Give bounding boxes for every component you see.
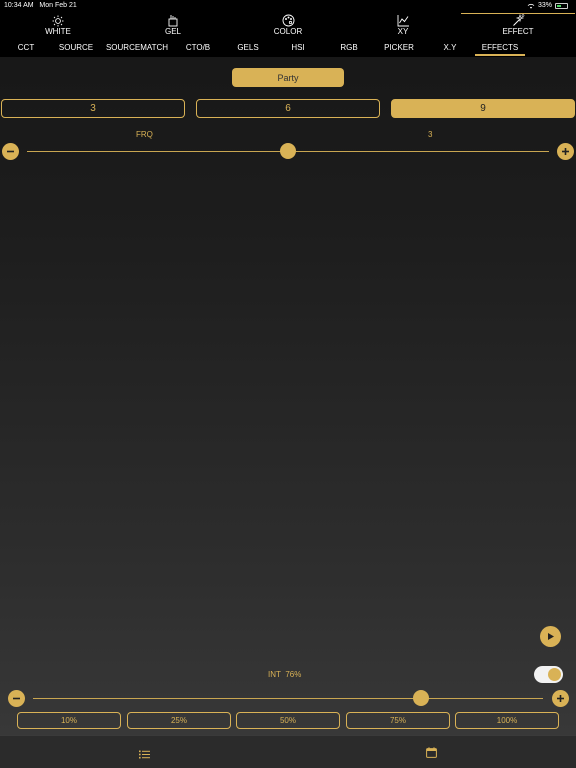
wifi-icon: [527, 3, 535, 9]
tab-white-label: WHITE: [45, 27, 71, 36]
battery-fill: [557, 4, 561, 7]
intensity-decrease-button[interactable]: [8, 690, 25, 707]
frq-decrease-button[interactable]: [2, 143, 19, 160]
segment-3[interactable]: 3: [1, 99, 185, 118]
palette-icon: [282, 14, 295, 27]
segment-9[interactable]: 9: [391, 99, 575, 118]
subtab-gels[interactable]: GELS: [237, 43, 258, 52]
frq-value: 3: [428, 130, 433, 139]
intensity-preset-50[interactable]: 50%: [236, 712, 340, 729]
intensity-preset-10[interactable]: 10%: [17, 712, 121, 729]
magic-wand-icon: [512, 14, 525, 27]
intensity-value: 76%: [285, 670, 302, 679]
subtab-xy[interactable]: X.Y: [444, 43, 457, 52]
frq-label: FRQ: [136, 130, 153, 139]
top-navigation: WHITE GEL COLOR XY EFFECT CCT SOURCE SOU…: [0, 12, 576, 57]
subtab-picker[interactable]: PICKER: [384, 43, 414, 52]
toggle-knob: [548, 668, 561, 681]
status-bar: 10:34 AM Mon Feb 21 33%: [0, 0, 576, 12]
battery-percent: 33%: [537, 2, 552, 9]
intensity-label-text: INT: [268, 670, 281, 679]
tab-xy[interactable]: XY: [363, 14, 443, 40]
calendar-icon[interactable]: [426, 745, 437, 763]
tab-gel[interactable]: GEL: [133, 14, 213, 40]
effect-preset-button[interactable]: Party: [232, 68, 344, 87]
intensity-preset-25[interactable]: 25%: [127, 712, 231, 729]
tab-gel-label: GEL: [164, 27, 181, 36]
intensity-increase-button[interactable]: [552, 690, 569, 707]
subtab-hsi[interactable]: HSI: [291, 43, 304, 52]
intensity-toggle[interactable]: [534, 666, 563, 683]
subtab-cto-b[interactable]: CTO/B: [186, 43, 210, 52]
tab-xy-label: XY: [397, 27, 409, 36]
tab-color-label: COLOR: [273, 27, 303, 36]
subtab-cct[interactable]: CCT: [18, 43, 34, 52]
segment-6[interactable]: 6: [196, 99, 380, 118]
intensity-preset-100[interactable]: 100%: [455, 712, 559, 729]
frq-increase-button[interactable]: [557, 143, 574, 160]
status-time-text: 10:34 AM: [4, 2, 34, 9]
tab-white[interactable]: WHITE: [18, 14, 98, 40]
tab-effect[interactable]: EFFECT: [461, 13, 575, 40]
minus-icon: [7, 150, 14, 153]
minus-icon: [13, 697, 20, 700]
chart-icon: [397, 14, 410, 27]
sun-icon: [52, 14, 64, 27]
plus-icon: [562, 148, 569, 155]
play-button[interactable]: [540, 626, 561, 647]
subtab-rgb[interactable]: RGB: [340, 43, 357, 52]
intensity-slider-track[interactable]: [33, 698, 543, 699]
status-date-text: Mon Feb 21: [39, 2, 77, 9]
frq-slider-thumb[interactable]: [280, 143, 296, 159]
tab-effect-label: EFFECT: [502, 27, 534, 36]
plus-icon: [557, 695, 564, 702]
status-right: 33%: [527, 2, 568, 9]
intensity-slider-thumb[interactable]: [412, 690, 429, 706]
gel-icon: [168, 14, 178, 27]
battery-icon: [555, 2, 568, 9]
intensity-label: INT 76%: [268, 670, 301, 679]
subtab-effects[interactable]: EFFECTS: [482, 43, 518, 52]
status-time: 10:34 AM Mon Feb 21: [4, 2, 77, 9]
bottom-toolbar: [0, 735, 576, 768]
tab-color[interactable]: COLOR: [248, 14, 328, 40]
subtab-sourcematch[interactable]: SOURCEMATCH: [106, 43, 168, 52]
subtab-source[interactable]: SOURCE: [59, 43, 93, 52]
intensity-preset-75[interactable]: 75%: [346, 712, 450, 729]
play-icon: [548, 633, 554, 640]
list-icon[interactable]: [139, 746, 150, 764]
subtab-active-indicator: [475, 54, 525, 56]
